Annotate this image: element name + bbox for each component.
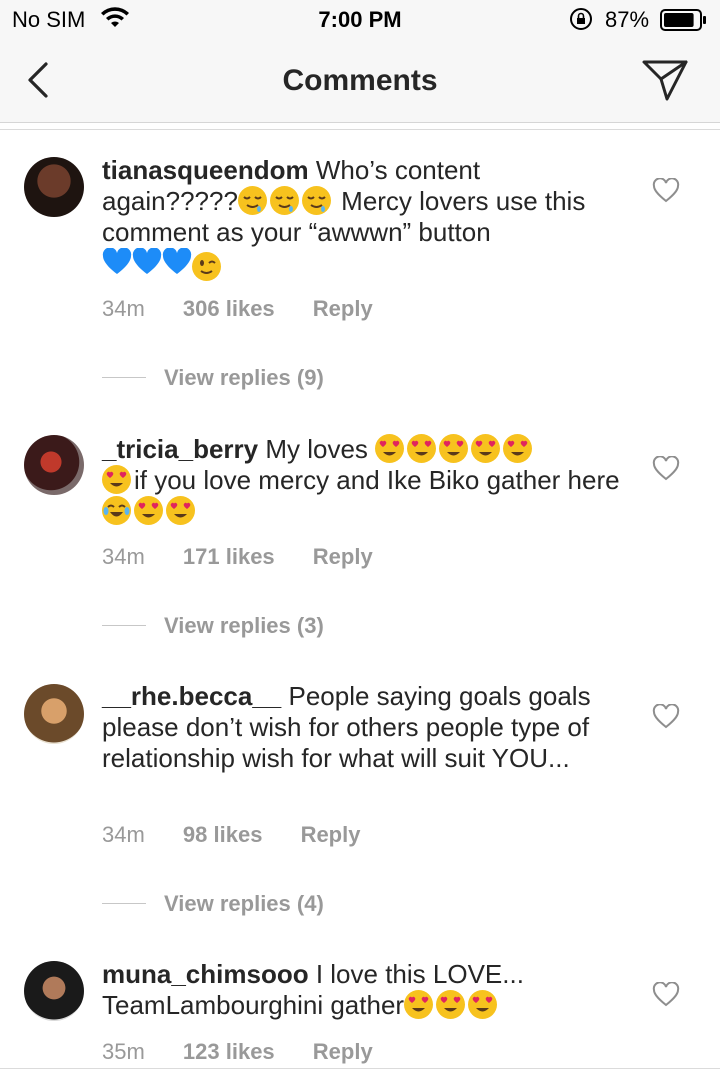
reply-button[interactable]: Reply: [313, 544, 373, 569]
reply-button[interactable]: Reply: [313, 296, 373, 321]
view-replies-button[interactable]: View replies (3): [102, 613, 324, 639]
comment-time: 34m: [102, 822, 145, 847]
comment-meta: 35m 123 likes Reply: [102, 1039, 405, 1065]
divider: [0, 129, 720, 130]
heart-eyes-emoji: [102, 465, 131, 494]
heart-eyes-emoji: [503, 434, 533, 463]
avatar[interactable]: [24, 961, 84, 1021]
blue-heart-emoji: [162, 247, 192, 282]
comment-meta: 34m 171 likes Reply: [102, 544, 405, 570]
heart-outline-icon: [652, 177, 680, 203]
share-button[interactable]: [640, 56, 690, 104]
view-replies-label: View replies (9): [164, 365, 324, 390]
blue-heart-emoji: [132, 247, 162, 282]
paper-plane-icon: [642, 60, 688, 101]
drooling-face-emoji: [237, 186, 267, 215]
comment-text: muna_chimsooo I love this LOVE... TeamLa…: [102, 959, 622, 1021]
comment-text: tianasqueendom Who’s content again????? …: [102, 155, 622, 283]
comment-text: _tricia_berry My loves if you love mercy…: [102, 434, 622, 527]
divider-line: [102, 377, 146, 378]
drooling-face-emoji: [269, 186, 299, 215]
view-replies-button[interactable]: View replies (4): [102, 891, 324, 917]
nav-bar: Comments: [0, 40, 720, 123]
likes-count[interactable]: 123 likes: [183, 1039, 275, 1064]
avatar[interactable]: [24, 157, 84, 217]
avatar[interactable]: [24, 684, 84, 744]
blue-heart-emoji: [102, 247, 132, 282]
winking-face-emoji: [192, 252, 221, 281]
reply-button[interactable]: Reply: [313, 1039, 373, 1064]
comment-meta: 34m 98 likes Reply: [102, 822, 392, 848]
battery-icon: [660, 9, 708, 37]
comment-meta: 34m 306 likes Reply: [102, 296, 405, 322]
divider: [0, 1068, 720, 1069]
like-button[interactable]: [652, 981, 680, 1008]
reply-button[interactable]: Reply: [301, 822, 361, 847]
status-bar: No SIM 7:00 PM 87%: [0, 0, 720, 40]
comment-username[interactable]: __rhe.becca__: [102, 681, 281, 711]
divider-line: [102, 903, 146, 904]
heart-outline-icon: [652, 455, 680, 481]
heart-outline-icon: [652, 981, 680, 1007]
comment-time: 35m: [102, 1039, 145, 1064]
likes-count[interactable]: 171 likes: [183, 544, 275, 569]
heart-eyes-emoji: [166, 496, 195, 525]
likes-count[interactable]: 98 likes: [183, 822, 263, 847]
comment-username[interactable]: muna_chimsooo: [102, 959, 309, 989]
comment-time: 34m: [102, 296, 145, 321]
comment-body: My loves: [265, 434, 368, 464]
orientation-lock-icon: [569, 7, 595, 37]
battery-percent: 87%: [605, 7, 650, 32]
heart-eyes-emoji: [404, 990, 434, 1019]
comment-username[interactable]: tianasqueendom: [102, 155, 309, 185]
heart-eyes-emoji: [375, 434, 405, 463]
drooling-face-emoji: [301, 186, 331, 215]
view-replies-button[interactable]: View replies (9): [102, 365, 324, 391]
heart-eyes-emoji: [436, 990, 466, 1019]
comment-text: __rhe.becca__ People saying goals goals …: [102, 681, 622, 774]
page-title: Comments: [282, 64, 438, 97]
comment-time: 34m: [102, 544, 145, 569]
heart-eyes-emoji: [134, 496, 163, 525]
heart-eyes-emoji: [439, 434, 469, 463]
like-button[interactable]: [652, 177, 680, 204]
divider-line: [102, 625, 146, 626]
view-replies-label: View replies (4): [164, 891, 324, 916]
like-button[interactable]: [652, 703, 680, 730]
like-button[interactable]: [652, 455, 680, 482]
likes-count[interactable]: 306 likes: [183, 296, 275, 321]
comment-body: if you love mercy and Ike Biko gather he…: [134, 465, 620, 495]
avatar[interactable]: [24, 435, 84, 495]
comment-username[interactable]: _tricia_berry: [102, 434, 258, 464]
heart-eyes-emoji: [468, 990, 498, 1019]
view-replies-label: View replies (3): [164, 613, 324, 638]
heart-outline-icon: [652, 703, 680, 729]
heart-eyes-emoji: [471, 434, 501, 463]
heart-eyes-emoji: [407, 434, 437, 463]
joy-emoji: [102, 496, 131, 525]
